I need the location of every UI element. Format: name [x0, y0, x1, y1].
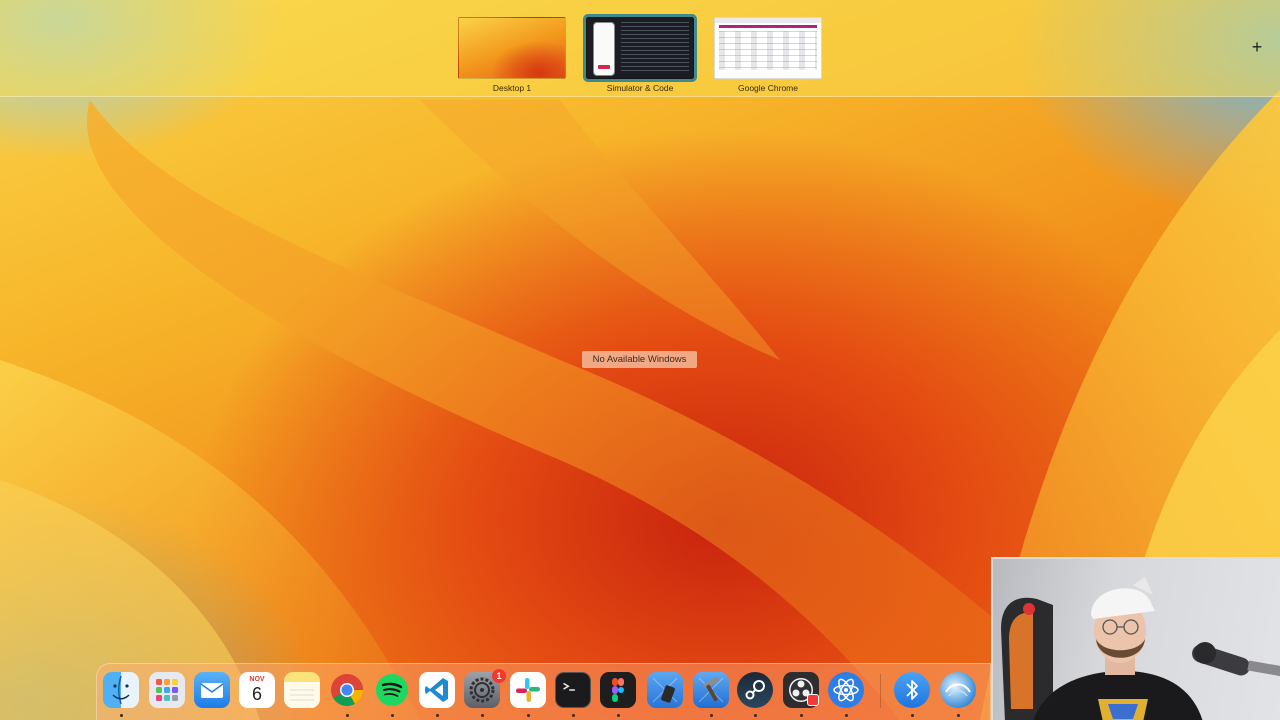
settings-running-dot [481, 714, 484, 717]
spotify-icon[interactable] [374, 672, 410, 708]
xcode-simulator-icon[interactable] [647, 672, 683, 708]
settings-notification-badge: 1 [492, 669, 506, 683]
webcam-overlay [991, 557, 1280, 720]
browser-tabbar-preview [715, 18, 821, 23]
figma-icon[interactable] [600, 672, 636, 708]
notes-icon[interactable] [284, 672, 320, 708]
terminal-running-dot [572, 714, 575, 717]
xcode-icon[interactable] [693, 672, 729, 708]
vscode-icon[interactable] [419, 672, 455, 708]
steam-running-dot [754, 714, 757, 717]
terminal-icon[interactable] [555, 672, 591, 708]
webcatalog-icon[interactable] [940, 672, 976, 708]
page-header-preview [719, 25, 817, 28]
webcatalog-running-dot [957, 714, 960, 717]
bluetooth-running-dot [911, 714, 914, 717]
recording-indicator-icon [807, 694, 819, 706]
space-label: Desktop 1 [492, 83, 532, 93]
obs-running-dot [800, 714, 803, 717]
space-label: Simulator & Code [606, 83, 674, 93]
finder-running-dot [120, 714, 123, 717]
finder-icon[interactable] [103, 672, 139, 708]
spotify-running-dot [391, 714, 394, 717]
presenter-video-icon [1001, 577, 1280, 720]
space-label: Google Chrome [737, 83, 798, 93]
space-desktop-1[interactable]: Desktop 1 [458, 17, 566, 93]
simulator-phone-preview [593, 22, 615, 76]
dock-separator [880, 674, 881, 708]
space-simulator-code[interactable]: Simulator & Code [583, 14, 697, 93]
slack-running-dot [527, 714, 530, 717]
mission-control-spaces-bar: Desktop 1 Simulator & Code Google Chrome… [0, 0, 1280, 97]
electron-running-dot [845, 714, 848, 717]
dock: NOV 6 1 [96, 663, 991, 720]
space-thumbnail[interactable] [714, 17, 822, 79]
steam-icon[interactable] [737, 672, 773, 708]
code-editor-preview [621, 22, 689, 74]
calendar-day: 6 [251, 683, 262, 704]
space-thumbnail[interactable] [583, 14, 697, 82]
no-available-windows-label: No Available Windows [582, 351, 697, 368]
slack-icon[interactable] [510, 672, 546, 708]
launchpad-icon[interactable] [149, 672, 185, 708]
bluetooth-icon[interactable] [894, 672, 930, 708]
chrome-icon[interactable] [329, 672, 365, 708]
vscode-running-dot [436, 714, 439, 717]
chrome-running-dot [346, 714, 349, 717]
table-columns-preview [719, 31, 817, 70]
add-space-button[interactable]: + [1249, 38, 1265, 56]
space-thumbnail[interactable] [458, 17, 566, 79]
calendar-icon[interactable]: NOV 6 [239, 672, 275, 708]
electron-app-icon[interactable] [828, 672, 864, 708]
space-google-chrome[interactable]: Google Chrome [714, 17, 822, 93]
xcode-running-dot [710, 714, 713, 717]
mail-icon[interactable] [194, 672, 230, 708]
figma-running-dot [617, 714, 620, 717]
calendar-month: NOV [249, 675, 265, 683]
